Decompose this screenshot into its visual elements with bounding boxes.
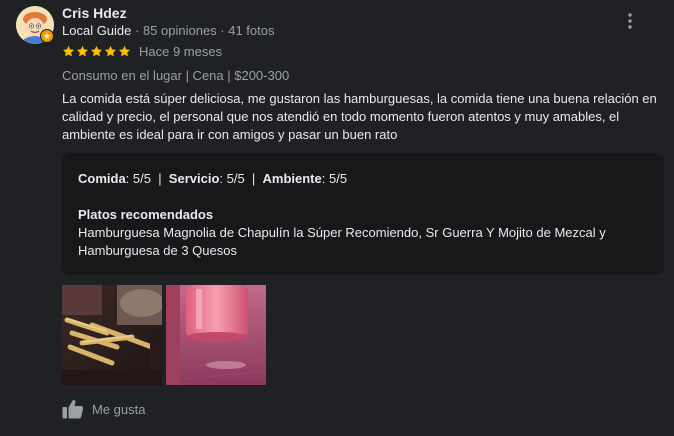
thumb-up-icon	[62, 399, 84, 419]
reviewer-name[interactable]: Cris Hdez	[62, 5, 127, 21]
food-value: : 5/5	[125, 171, 151, 186]
star-icon	[76, 45, 89, 56]
star-icon	[90, 45, 103, 56]
rating-row: Hace 9 meses	[62, 43, 222, 59]
service-label: Servicio	[168, 171, 220, 186]
recommended-dishes-text: Hamburguesa Magnolia de Chapulín la Súpe…	[78, 225, 606, 258]
review-photo-drink[interactable]	[166, 285, 266, 385]
local-guide-badge-icon	[40, 29, 54, 43]
star-icon	[118, 45, 131, 56]
service-value: : 5/5	[219, 171, 245, 186]
more-options-button[interactable]	[620, 11, 640, 31]
food-label: Comida	[78, 171, 126, 186]
reviewer-stats: · 85 opiniones · 41 fotos	[131, 23, 275, 38]
review-text: La comida está súper deliciosa, me gusta…	[62, 91, 657, 142]
like-button[interactable]: Me gusta	[62, 399, 145, 419]
star-icon	[62, 45, 75, 56]
ambience-value: : 5/5	[321, 171, 348, 186]
visit-meta: Consumo en el lugar | Cena | $200-300	[62, 68, 290, 83]
ambience-label: Ambiente	[262, 171, 322, 186]
local-guide-label: Local Guide	[62, 23, 132, 38]
star-rating	[62, 45, 131, 58]
ratings-card: Comida: 5/5 | Servicio: 5/5 | Ambiente: …	[62, 153, 664, 275]
aspect-ratings: Comida: 5/5 | Servicio: 5/5 | Ambiente: …	[78, 170, 648, 188]
more-vert-icon	[628, 13, 632, 29]
separator: |	[244, 171, 263, 186]
separator: |	[150, 171, 169, 186]
star-icon	[104, 45, 117, 56]
recommended-dishes-title: Platos recomendados	[78, 206, 648, 224]
recommended-dishes-heading: Platos recomendados	[78, 207, 214, 222]
like-label: Me gusta	[92, 401, 146, 417]
review-time: Hace 9 meses	[139, 43, 223, 59]
reviewer-subtitle: Local Guide · 85 opiniones · 41 fotos	[62, 23, 274, 38]
review-photo-fries[interactable]	[62, 285, 162, 385]
